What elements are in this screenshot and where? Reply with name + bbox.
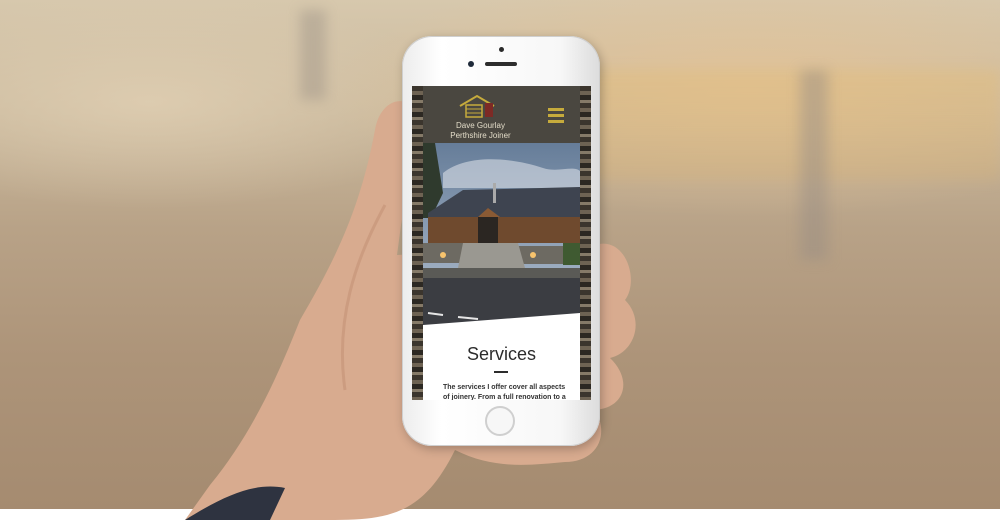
brand-tagline[interactable]: Perthshire Joiner (433, 131, 528, 141)
blurred-fence-post (300, 10, 326, 100)
phone-screen: Dave Gourlay Perthshire Joiner Services … (412, 86, 591, 400)
hero-photo (423, 143, 580, 333)
front-camera-icon (499, 47, 504, 52)
home-button[interactable] (485, 406, 515, 436)
wood-border-left (412, 86, 423, 400)
blurred-fence-post (800, 70, 828, 260)
services-heading: Services (466, 344, 537, 364)
site-header: Dave Gourlay Perthshire Joiner (423, 86, 580, 143)
services-section: Services The services I offer cover all … (423, 333, 580, 400)
hamburger-menu-icon[interactable] (548, 108, 564, 123)
brand-name[interactable]: Dave Gourlay (433, 121, 528, 131)
wood-border-right (580, 86, 591, 400)
house-logo-icon[interactable] (458, 94, 496, 118)
earpiece-speaker (485, 62, 517, 66)
sensor-icon (468, 61, 474, 67)
services-description: The services I offer cover all aspects o… (443, 384, 566, 400)
heading-divider (494, 371, 508, 373)
